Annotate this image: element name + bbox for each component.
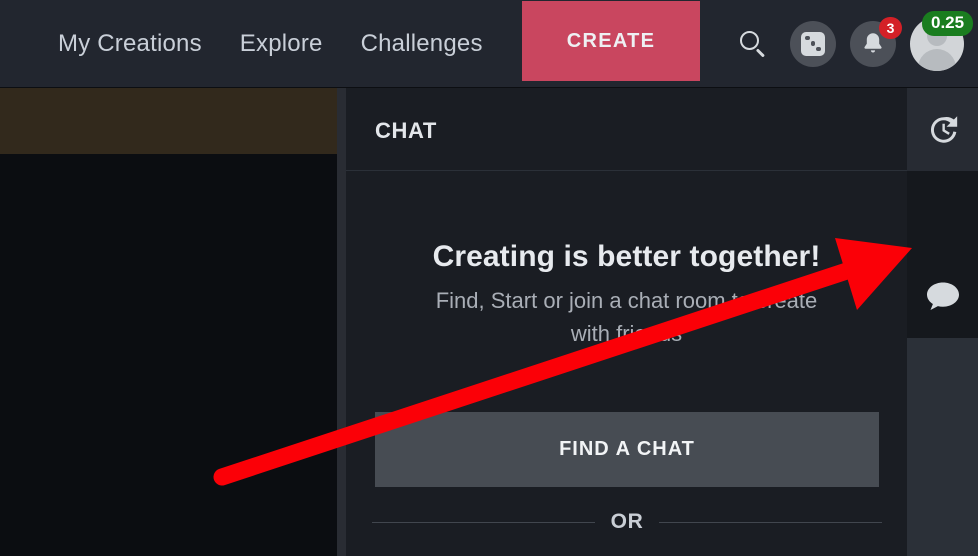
left-panel-banner	[0, 88, 337, 154]
top-navigation-bar: My Creations Explore Challenges CREATE 3	[0, 0, 978, 87]
rail-lower-panel	[907, 338, 978, 556]
chat-empty-subtitle: Find, Start or join a chat room to creat…	[435, 288, 818, 346]
rail-item-history[interactable]	[907, 88, 978, 171]
right-sidebar-rail	[907, 88, 978, 556]
chat-panel-title: CHAT	[375, 118, 437, 143]
or-label: OR	[610, 510, 644, 533]
random-dice-button[interactable]	[790, 20, 836, 67]
nav-link-explore[interactable]: Explore	[240, 30, 323, 58]
search-button[interactable]	[730, 21, 776, 67]
history-icon	[930, 115, 957, 143]
left-content-panel	[0, 88, 337, 556]
chat-panel-header: CHAT	[346, 88, 907, 171]
credits-badge: 0.25	[922, 10, 974, 36]
notification-badge: 3	[879, 16, 902, 39]
chat-empty-heading: Creating is better together!	[432, 240, 821, 273]
avatar-body	[918, 48, 956, 71]
create-button[interactable]: CREATE	[522, 1, 700, 81]
divider-line-left	[372, 521, 595, 523]
chat-panel: CHAT Creating is better together! Find, …	[346, 88, 907, 556]
divider-line-right	[659, 521, 883, 523]
notifications-button[interactable]: 3	[850, 16, 902, 67]
panel-scrollbar[interactable]	[337, 88, 346, 556]
user-avatar-button[interactable]: 0.25	[910, 10, 974, 71]
app-root: My Creations Explore Challenges CREATE 3	[0, 0, 978, 556]
nav-link-my-creations[interactable]: My Creations	[58, 30, 202, 58]
nav-links-group: My Creations Explore Challenges	[0, 0, 483, 87]
rail-item-chat[interactable]	[907, 254, 978, 337]
find-a-chat-button[interactable]: FIND A CHAT	[375, 412, 879, 487]
chat-bubble-icon	[926, 282, 959, 310]
nav-link-challenges[interactable]: Challenges	[361, 30, 483, 58]
or-divider: OR	[372, 510, 883, 534]
nav-actions-group: 3 0.25	[730, 0, 978, 87]
search-icon	[740, 30, 766, 57]
rail-lower-group	[907, 254, 978, 556]
chat-empty-state: Creating is better together! Find, Start…	[346, 172, 907, 556]
dice-icon	[801, 31, 825, 56]
